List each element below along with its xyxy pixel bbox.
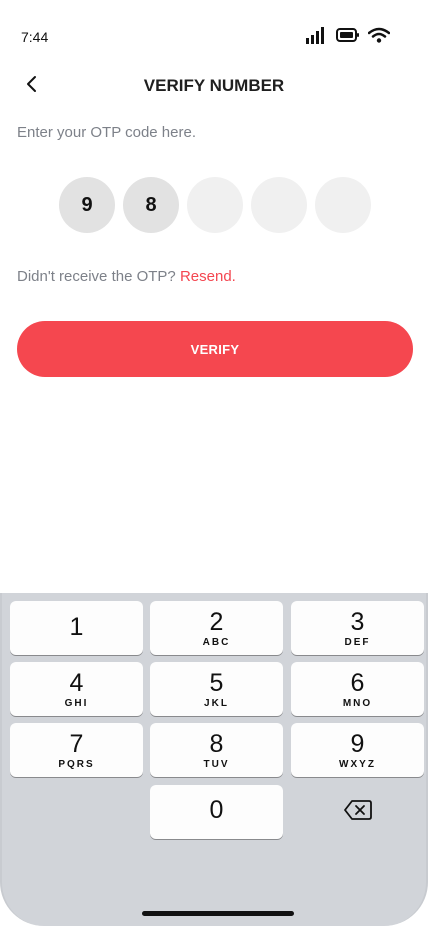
otp-digit-2[interactable]: 8 — [123, 177, 179, 233]
key-0[interactable]: 0 — [150, 785, 283, 839]
key-digit: 5 — [209, 669, 224, 697]
key-digit: 6 — [350, 669, 365, 697]
key-digit: 9 — [350, 730, 365, 758]
key-letters: TUV — [203, 759, 230, 770]
resend-link[interactable]: Resend. — [180, 268, 236, 285]
key-letters: JKL — [204, 698, 229, 709]
otp-digit-1[interactable]: 9 — [59, 177, 115, 233]
home-indicator — [142, 911, 294, 916]
key-digit: 8 — [209, 730, 224, 758]
resend-line: Didn't receive the OTP? Resend. — [17, 268, 236, 285]
verify-button[interactable]: VERIFY — [17, 321, 413, 377]
key-letters: DEF — [344, 637, 371, 648]
key-digit: 4 — [69, 669, 84, 697]
status-icons — [306, 26, 391, 49]
key-7[interactable]: 7 PQRS — [10, 723, 143, 777]
otp-input-row: 9 8 — [59, 177, 371, 233]
key-letters: MNO — [342, 698, 373, 709]
status-time: 7:44 — [21, 29, 49, 45]
key-8[interactable]: 8 TUV — [150, 723, 283, 777]
key-5[interactable]: 5 JKL — [150, 662, 283, 716]
signal-icon — [306, 26, 328, 49]
backspace-icon — [343, 799, 372, 825]
otp-instruction: Enter your OTP code here. — [17, 124, 196, 141]
status-bar: 7:44 — [0, 0, 428, 64]
delete-key[interactable] — [291, 785, 424, 839]
key-4[interactable]: 4 GHI — [10, 662, 143, 716]
otp-digit-4[interactable] — [251, 177, 307, 233]
header: VERIFY NUMBER — [0, 64, 428, 108]
key-digit: 7 — [69, 730, 84, 758]
key-1[interactable]: 1 — [10, 601, 143, 655]
key-letters: GHI — [64, 698, 89, 709]
page-title: VERIFY NUMBER — [143, 76, 285, 95]
wifi-icon — [367, 27, 391, 48]
battery-icon — [336, 28, 360, 47]
key-digit: 2 — [209, 608, 224, 636]
otp-digit-5[interactable] — [315, 177, 371, 233]
otp-digit-3[interactable] — [187, 177, 243, 233]
key-3[interactable]: 3 DEF — [291, 601, 424, 655]
key-6[interactable]: 6 MNO — [291, 662, 424, 716]
key-letters: PQRS — [58, 759, 95, 770]
key-digit: 1 — [69, 613, 84, 641]
key-9[interactable]: 9 WXYZ — [291, 723, 424, 777]
key-digit: 3 — [350, 608, 365, 636]
resend-prompt: Didn't receive the OTP? — [17, 268, 176, 285]
key-letters: WXYZ — [339, 759, 376, 770]
key-letters: ABC — [202, 637, 231, 648]
key-2[interactable]: 2 ABC — [150, 601, 283, 655]
key-digit: 0 — [209, 796, 224, 824]
numeric-keypad: 1 2 ABC 3 DEF 4 GHI 5 JKL 6 MNO 7 PQRS 8… — [0, 593, 428, 926]
